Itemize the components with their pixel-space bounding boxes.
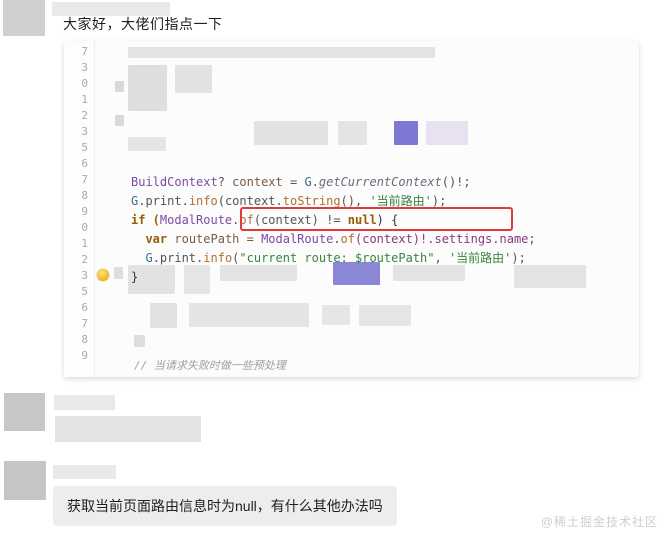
message-bubble: 获取当前页面路由信息时为null，有什么其他办法吗 [53,486,397,526]
watermark: @稀土掘金技术社区 [541,513,658,530]
code-blur [150,303,177,328]
code-blur [254,121,328,145]
code-blur [394,121,418,145]
message-text: 大家好，大佬们指点一下 [63,14,223,34]
code-blur [134,335,145,347]
code-block: BuildContext? context = G.getCurrentCont… [131,154,536,306]
code-canvas: BuildContext? context = G.getCurrentCont… [94,41,639,377]
code-blur [128,65,167,111]
line-gutter: 7 3 0 1 2 3 5 6 7 8 9 0 1 2 3 5 6 7 8 9 [64,41,95,377]
code-blur [426,121,468,145]
username-redacted [53,465,116,479]
code-screenshot: 7 3 0 1 2 3 5 6 7 8 9 0 1 2 3 5 6 7 8 9 [64,41,639,377]
code-blur [189,303,309,327]
code-blur [128,47,435,58]
code-blur [128,137,166,151]
code-blur [359,305,411,326]
code-blur [338,121,367,145]
code-blur [115,115,124,126]
avatar [4,461,46,500]
code-blur [322,305,350,325]
code-comment: // 当请求失败时做一些预处理 [134,357,286,373]
code-blur [114,267,123,279]
code-blur [175,65,212,93]
message-redacted [55,416,201,442]
avatar [3,0,45,36]
lightbulb-icon[interactable] [97,269,109,281]
avatar [4,393,45,431]
message-text: 获取当前页面路由信息时为null，有什么其他办法吗 [67,498,383,514]
code-blur [115,81,124,92]
username-redacted [54,395,115,410]
